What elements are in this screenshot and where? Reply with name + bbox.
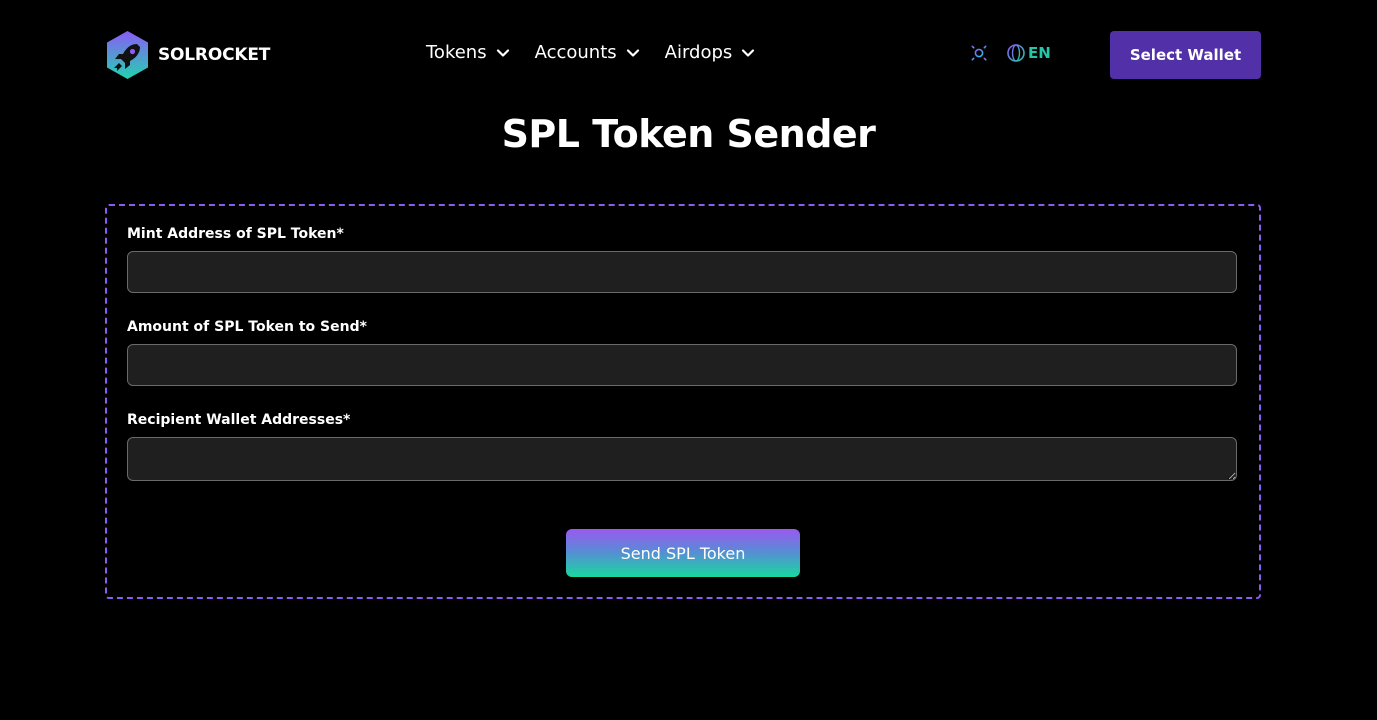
rocket-hexagon-icon bbox=[107, 31, 148, 79]
token-sender-form: Mint Address of SPL Token* Amount of SPL… bbox=[105, 204, 1261, 599]
chevron-down-icon bbox=[742, 48, 755, 57]
amount-input[interactable] bbox=[127, 344, 1237, 386]
nav-item-tokens[interactable]: Tokens bbox=[426, 42, 511, 63]
chevron-down-icon bbox=[496, 48, 509, 57]
nav-item-airdops[interactable]: Airdops bbox=[665, 42, 757, 63]
language-label: EN bbox=[1028, 44, 1051, 62]
select-wallet-button[interactable]: Select Wallet bbox=[1110, 31, 1261, 79]
globe-icon bbox=[1007, 44, 1025, 62]
nav-item-label: Accounts bbox=[534, 42, 617, 63]
site-header: SOLROCKET Tokens Accounts Airdops EN Sel… bbox=[105, 28, 1261, 80]
brand-name: SOLROCKET bbox=[158, 45, 271, 65]
chevron-down-icon bbox=[626, 48, 639, 57]
page: SOLROCKET Tokens Accounts Airdops EN Sel… bbox=[0, 0, 1377, 720]
sun-icon[interactable] bbox=[968, 42, 990, 64]
recipient-addresses-textarea[interactable] bbox=[127, 437, 1237, 481]
brand-logo[interactable]: SOLROCKET bbox=[105, 30, 270, 80]
nav-item-label: Tokens bbox=[426, 42, 487, 63]
recipient-addresses-label: Recipient Wallet Addresses* bbox=[127, 412, 351, 428]
send-spl-token-button[interactable]: Send SPL Token bbox=[566, 529, 800, 577]
language-selector[interactable]: EN bbox=[1006, 43, 1051, 63]
page-title: SPL Token Sender bbox=[501, 112, 876, 156]
main-nav: Tokens Accounts Airdops bbox=[426, 42, 756, 63]
nav-item-accounts[interactable]: Accounts bbox=[535, 42, 641, 63]
amount-label: Amount of SPL Token to Send* bbox=[127, 319, 367, 335]
mint-address-input[interactable] bbox=[127, 251, 1237, 293]
nav-item-label: Airdops bbox=[664, 42, 733, 63]
header-utilities: EN bbox=[968, 42, 1051, 64]
mint-address-label: Mint Address of SPL Token* bbox=[127, 226, 344, 242]
